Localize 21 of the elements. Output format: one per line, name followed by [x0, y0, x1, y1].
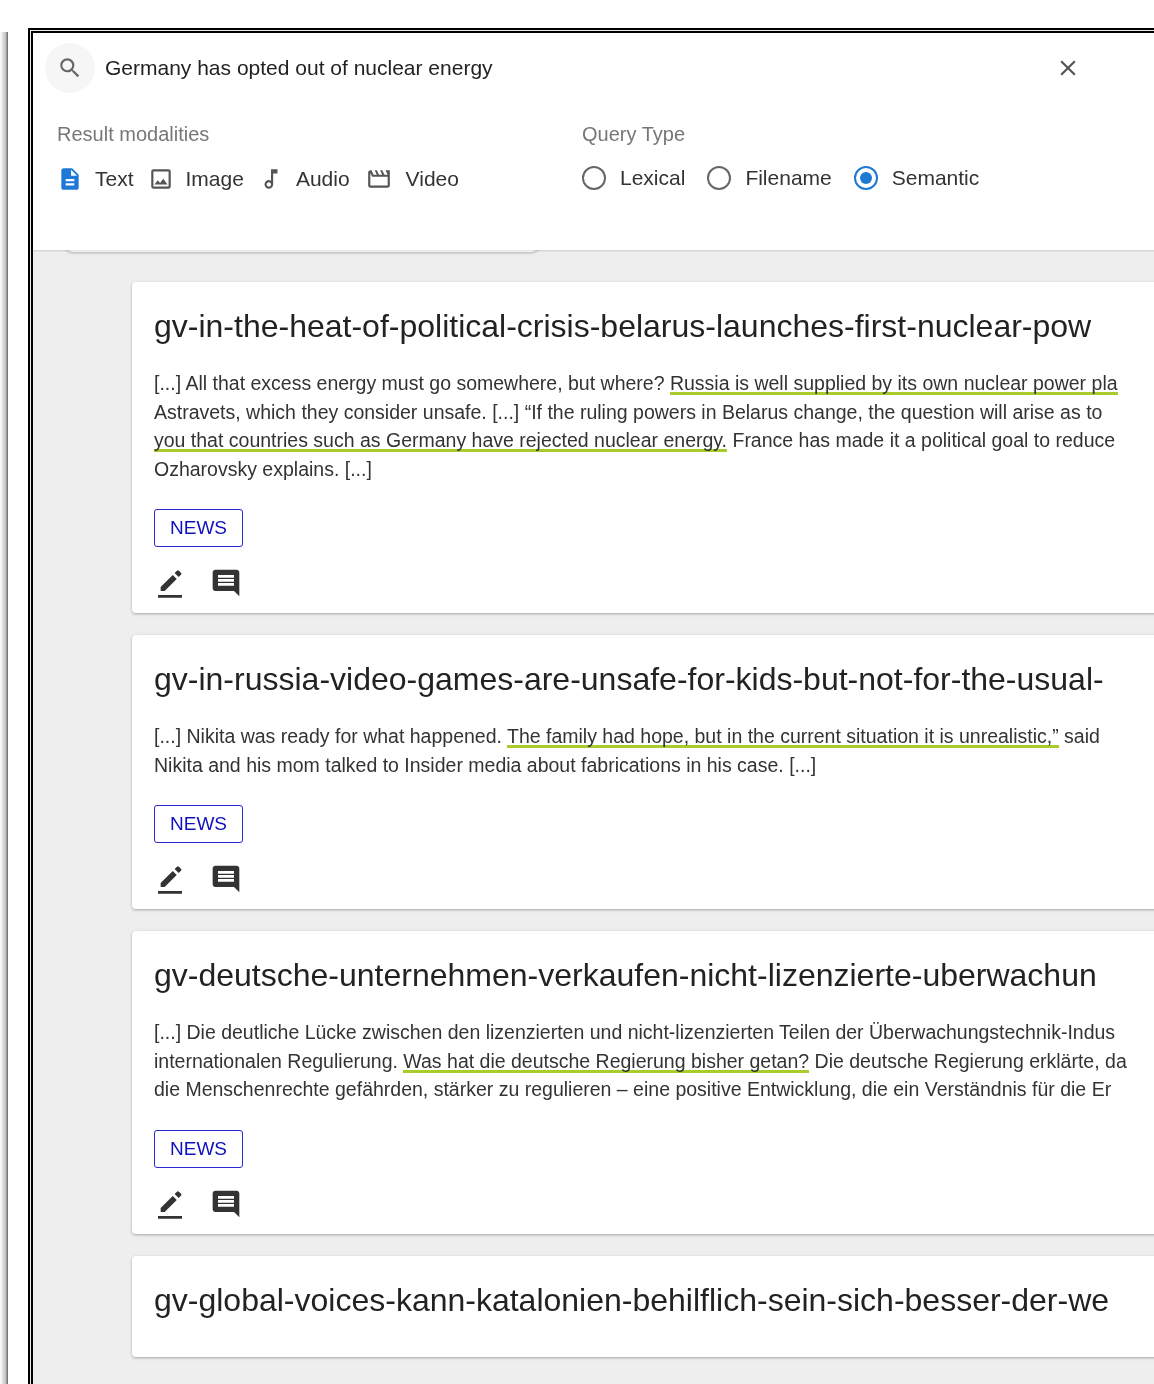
query-type-radio[interactable]: Semantic	[853, 166, 980, 190]
search-icon[interactable]	[45, 43, 95, 93]
result-snippet: [...] All that excess energy must go somewhere, but where? Russia is well supplied by its own nuclear power pla Astravets, which they consider unsafe. [...] “If the ruling powers in Belarus change, the question will arise as to you that countries such as Germany have rejected nuclear energy. France has made it a political goal to reduce Ozharovsky explains. [...]	[154, 371, 1119, 482]
modality-toggle[interactable]: Video	[363, 166, 459, 192]
search-field[interactable]: Germany has opted out of nuclear energy	[105, 56, 1005, 80]
result-title[interactable]: gv-in-russia-video-games-are-unsafe-for-kids-but-not-for-the-usual-	[154, 661, 1154, 698]
query-type-label: Query Type	[582, 123, 687, 146]
result-snippet: [...] Nikita was ready for what happened. The family had hope, but in the current situation it is unrealistic,” said Nikita and his mom talked to Insider media about fabrications in his case. [...]	[154, 724, 1101, 778]
result-snippet: [...] Die deutliche Lücke zwischen den lizenzierten und nicht-lizenzierten Teilen der Überwachungstechnik-Indus internationalen Regulierung. Was hat die deutsche Regierung bisher getan? Die deutsche Regierung erklärte, da die Menschenrechte gefährden, stärker zu regulieren – eine positive Entwicklung, die ein Verständnis für die Er	[154, 1020, 1128, 1102]
result-title[interactable]: gv-global-voices-kann-katalonien-behilflich-sein-sich-besser-der-we	[154, 1281, 1154, 1319]
result-title[interactable]: gv-deutsche-unternehmen-verkaufen-nicht-lizenzierte-uberwachun	[154, 957, 1154, 994]
query-type-radio[interactable]: Lexical	[582, 166, 686, 190]
news-tag[interactable]: NEWS	[154, 805, 243, 843]
result-title[interactable]: gv-in-the-heat-of-political-crisis-belarus-launches-first-nuclear-pow	[154, 308, 1154, 345]
modality-toggle[interactable]: Audio	[257, 166, 350, 192]
query-type-radio[interactable]: Filename	[707, 166, 832, 190]
modality-toggle[interactable]: Image	[147, 166, 244, 192]
modality-toggle[interactable]: Text	[57, 166, 134, 192]
news-tag[interactable]: NEWS	[154, 509, 243, 547]
modalities-label: Result modalities	[57, 123, 211, 146]
news-tag[interactable]: NEWS	[154, 1129, 243, 1168]
